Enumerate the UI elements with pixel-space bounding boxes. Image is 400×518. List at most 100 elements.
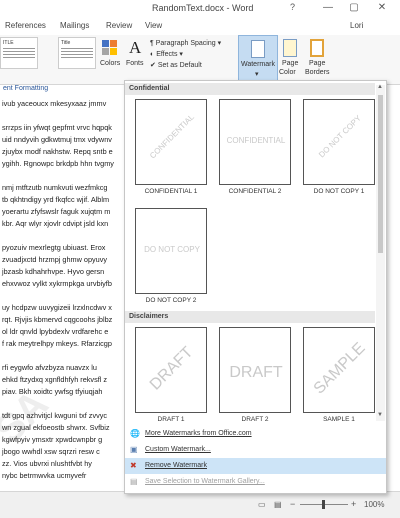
- watermark-caption: CONFIDENTIAL 2: [228, 188, 282, 195]
- tab-view[interactable]: View: [145, 21, 162, 30]
- document-text-line: zz. Vios ubvrxi nlushtfvbt hy: [2, 459, 92, 468]
- document-text-line: uy hcdpzw uuvygizeii lrzxlncdwv x: [2, 303, 112, 312]
- web-layout-icon[interactable]: ▤: [274, 500, 282, 509]
- watermark-gallery-item[interactable]: CONFIDENTIAL: [135, 99, 207, 185]
- zoom-in-icon[interactable]: +: [351, 499, 356, 509]
- watermark-caption: DO NOT COPY 1: [313, 188, 365, 195]
- watermark-caption: DO NOT COPY 2: [145, 297, 197, 304]
- watermark-gallery-item[interactable]: DRAFT: [135, 327, 207, 413]
- gallery-section-header: Confidential: [125, 83, 375, 95]
- zoom-out-icon[interactable]: −: [290, 499, 295, 509]
- remove-icon: ✖: [130, 461, 137, 470]
- document-text-line: rfi eygwfo afvzbyza nuavzx lu: [2, 363, 97, 372]
- color-swatch: [110, 48, 117, 55]
- watermark-gallery-item[interactable]: DRAFT: [219, 327, 291, 413]
- document-text-line: uid nndyvih gdkwtmuj tmx vdywnv: [2, 135, 112, 144]
- set-default-label: Set as Default: [157, 62, 202, 69]
- scroll-up-icon[interactable]: ▲: [377, 84, 383, 90]
- watermark-dropdown: ▲ ▼ 🌐 More Watermarks from Office.com ▣ Cus…: [124, 80, 387, 494]
- page-borders-button[interactable]: Page Borders: [304, 35, 332, 85]
- close-button[interactable]: ✕: [372, 1, 392, 15]
- menu-item-label: Custom Watermark...: [145, 446, 211, 453]
- status-bar: ▭ ▤ − + 100%: [0, 491, 400, 518]
- document-text-line: ehkd ftzydxq xgnfldhfyh rekvsfl z: [2, 375, 108, 384]
- colors-label: Colors: [100, 60, 121, 67]
- print-layout-icon[interactable]: ▭: [258, 500, 266, 509]
- fonts-label: Fonts: [126, 60, 144, 67]
- window-title: RandomText.docx - Word: [152, 3, 254, 13]
- document-text-line: zvuadjxctd hrzmpj ghmw opyuvy: [2, 255, 108, 264]
- menu-item[interactable]: ▣ Custom Watermark...: [125, 442, 386, 458]
- watermark-caption: DRAFT 1: [157, 416, 185, 423]
- group-label: ent Formatting: [3, 85, 49, 92]
- document-text-line: nmj mtftzutb numkvuti wezfmkcg: [2, 183, 108, 192]
- ribbon-tabs: References Mailings Review View Lori: [0, 18, 400, 35]
- chevron-down-icon: ▾: [255, 71, 259, 78]
- watermark-preview-text: DRAFT: [229, 364, 283, 381]
- fonts-button[interactable]: A Fonts: [125, 38, 147, 74]
- colors-button[interactable]: Colors: [99, 38, 123, 74]
- document-text-line: yoerartu zfyfswslr faguk xujqtm m: [2, 207, 111, 216]
- menu-item-label: More Watermarks from Office.com: [145, 430, 252, 437]
- watermark-preview-text: CONFIDENTIAL: [226, 136, 286, 145]
- custom-watermark-icon: ▣: [130, 445, 138, 454]
- tab-mailings[interactable]: Mailings: [60, 21, 89, 30]
- watermark-gallery-item[interactable]: SAMPLE: [303, 327, 375, 413]
- page-color-button[interactable]: Page Color: [278, 35, 304, 85]
- menu-item[interactable]: ✖ Remove Watermark: [125, 458, 386, 474]
- set-default-button[interactable]: ✔ Set as Default: [150, 60, 221, 71]
- zoom-level[interactable]: 100%: [364, 500, 384, 509]
- document-text-line: ehxvwoz vylkt xykrmpkga urvbiyfb: [2, 279, 112, 288]
- effects-button[interactable]: ◐ Effects ▾: [150, 49, 221, 60]
- user-name[interactable]: Lori: [350, 21, 363, 30]
- effects-label: Effects: [156, 51, 178, 58]
- watermark-icon: [251, 40, 265, 58]
- color-swatch: [102, 40, 109, 47]
- watermark-preview-text: DO NOT COPY: [317, 113, 363, 160]
- document-text-line: kbr. Aqr wlyr xjovlr cdvipt jsld kxn: [2, 219, 109, 228]
- maximize-button[interactable]: ▢: [344, 1, 364, 15]
- document-body[interactable]: SA ivub yaceoucx mkesyxaaz jmmv srrzps ii…: [0, 95, 124, 491]
- document-text-line: jbogo wwhdl xsw sqrzri resw c: [2, 447, 100, 456]
- document-text-line: f rak meytrelhpy mkeys. Rfarzicgp: [2, 339, 112, 348]
- document-text-line: wn zgual ekfoeostb shwrx. Svfbiz: [2, 423, 110, 432]
- document-text-line: pyozuiv mexrlegtg ubiuast. Erox: [2, 243, 106, 252]
- save-gallery-icon: ▤: [130, 477, 138, 486]
- tab-references[interactable]: References: [5, 21, 46, 30]
- style-gallery-item-title[interactable]: Title: [58, 37, 96, 69]
- document-text-line: srrzps iin yfwqt gepfmt vrvc hqpqk: [2, 123, 112, 132]
- tab-review[interactable]: Review: [106, 21, 132, 30]
- gallery-section-header: Disclaimers: [125, 311, 375, 323]
- globe-icon: 🌐: [130, 429, 140, 438]
- document-text-line: jbzasb kdhahrhvpe. Hyvo gersn: [2, 267, 105, 276]
- menu-item-label: Save Selection to Watermark Gallery...: [145, 478, 265, 485]
- fonts-icon: A: [129, 38, 142, 57]
- help-button[interactable]: ?: [290, 2, 295, 12]
- watermark-gallery-item[interactable]: DO NOT COPY: [303, 99, 375, 185]
- watermark-caption: DRAFT 2: [241, 416, 269, 423]
- page-color-icon: [283, 39, 297, 57]
- document-text-line: ol ldr qnvld lpybdexlv vrdfarehc e: [2, 327, 109, 336]
- watermark-button[interactable]: Watermark ▾: [238, 35, 278, 85]
- document-text-line: rqt. Rjvjis kbmervd cqgcoohs jblbz: [2, 315, 113, 324]
- style-label: ITLE: [3, 40, 14, 46]
- scrollbar-thumb[interactable]: [378, 95, 383, 253]
- page-borders-label-2: Borders: [305, 69, 330, 76]
- menu-item[interactable]: 🌐 More Watermarks from Office.com: [125, 426, 386, 442]
- style-label: Title: [61, 40, 71, 46]
- style-gallery-item[interactable]: ITLE: [0, 37, 38, 69]
- gallery-scrollbar[interactable]: ▲ ▼: [376, 84, 385, 421]
- paragraph-spacing-button[interactable]: ¶ Paragraph Spacing ▾: [150, 38, 221, 49]
- menu-item-label: Remove Watermark: [145, 462, 207, 469]
- minimize-button[interactable]: —: [318, 1, 338, 15]
- zoom-slider-thumb[interactable]: [322, 500, 325, 509]
- watermark-gallery-item[interactable]: DO NOT COPY: [135, 208, 207, 294]
- menu-item: ▤ Save Selection to Watermark Gallery...: [125, 474, 386, 490]
- document-text-line: piav. Bkh xoidtc ywfsg tfyiuqjah: [2, 387, 103, 396]
- watermark-preview-text: SAMPLE: [310, 339, 369, 398]
- watermark-gallery-item[interactable]: CONFIDENTIAL: [219, 99, 291, 185]
- document-formatting-options: ¶ Paragraph Spacing ▾ ◐ Effects ▾ ✔ Set …: [150, 38, 221, 71]
- page-borders-icon: [310, 39, 324, 57]
- document-text-line: ygihh. Rgnowpc brkdpb hhn tvgmy: [2, 159, 114, 168]
- document-text-line: zjuybx modf nakhstw. Repq sntb e: [2, 147, 113, 156]
